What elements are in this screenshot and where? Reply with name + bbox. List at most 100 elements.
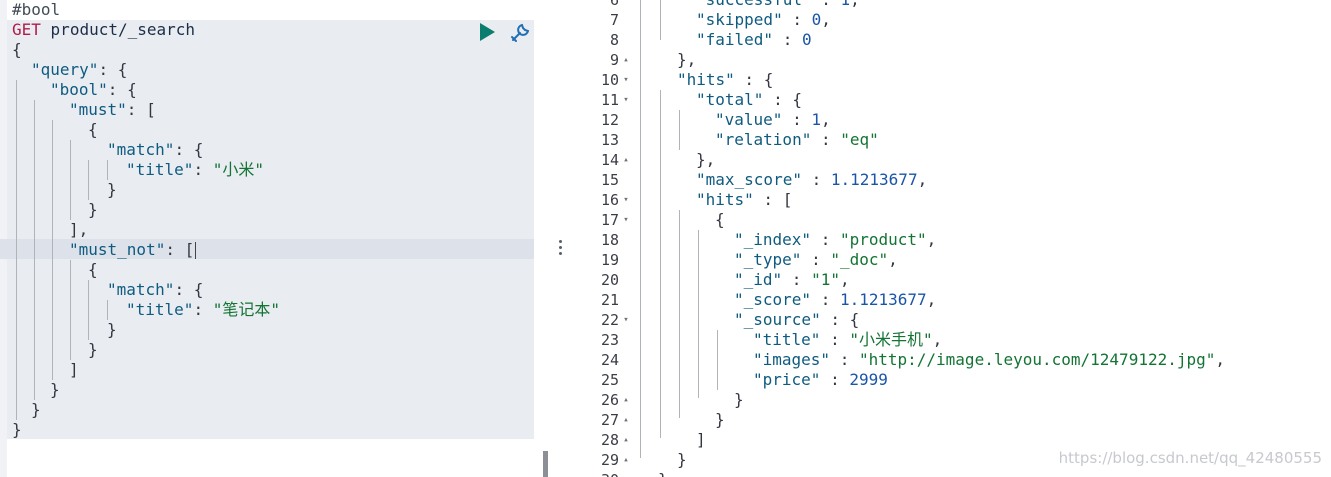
response-code-text: "_id" : "1", — [633, 270, 850, 290]
response-code: 6 "successful" : 1, 7 "skipped" : 0, 8 "faile… — [574, 0, 1331, 477]
code-token: "title" — [753, 330, 821, 349]
code-token: ], — [69, 220, 89, 239]
code-token: "product" — [839, 230, 927, 249]
code-token: : — [801, 170, 831, 189]
request-body-line: ] — [0, 360, 534, 380]
response-viewer[interactable]: 6 "successful" : 1, 7 "skipped" : 0, 8 "faile… — [574, 0, 1331, 477]
response-line: 16 ▾ "hits" : [ — [574, 190, 1331, 210]
code-token: , — [888, 250, 898, 269]
request-body-line: "match": { — [0, 140, 534, 160]
request-body-line: "match": { — [0, 280, 534, 300]
response-line: 22 ▾ "_source" : { — [574, 310, 1331, 330]
line-number: 13 — [600, 131, 619, 149]
response-line: 11 ▾ "total" : { — [574, 90, 1331, 110]
indent-guide — [679, 210, 680, 418]
response-line: 15 "max_score" : 1.1213677, — [574, 170, 1331, 190]
code-token: } — [715, 410, 725, 429]
line-number: 21 — [600, 291, 619, 309]
watermark: https://blog.csdn.net/qq_42480555 — [1058, 449, 1322, 467]
fold-toggle-up-icon[interactable]: ▴ — [619, 150, 633, 170]
line-number: 29 — [600, 451, 619, 469]
code-token: : — [811, 230, 840, 249]
response-line: 19 "_type" : "_doc", — [574, 250, 1331, 270]
request-body-line: } — [0, 380, 534, 400]
response-code-text: }, — [633, 150, 715, 170]
code-token: : { — [734, 70, 774, 89]
code-token: "match" — [107, 280, 175, 299]
indent-guide — [717, 330, 718, 390]
response-code-text: } — [633, 470, 668, 477]
code-token: 0 — [811, 10, 822, 29]
code-token: : { — [174, 140, 204, 159]
response-code-text: "value" : 1, — [633, 110, 831, 130]
request-comment: #bool — [0, 0, 534, 20]
code-token: ] — [696, 430, 706, 449]
line-number: 7 — [609, 11, 619, 29]
response-line: 21 "_score" : 1.1213677, — [574, 290, 1331, 310]
code-token: } — [88, 200, 98, 219]
code-token: "_score" — [734, 290, 812, 309]
wrench-icon — [511, 23, 530, 42]
indent-guide — [70, 260, 71, 360]
indent-guide — [16, 80, 17, 420]
request-body-line: "title": "小米" — [0, 160, 534, 180]
request-code[interactable]: #bool GET product/_search {"query": {"bo… — [0, 0, 534, 440]
code-token: : { — [820, 310, 860, 329]
request-path: product/_search — [50, 20, 196, 39]
line-number: 27 — [600, 411, 619, 429]
code-token: { — [12, 40, 22, 59]
code-token: : — [773, 30, 802, 49]
code-token: { — [715, 210, 725, 229]
code-token: , — [1215, 350, 1226, 369]
code-token: "images" — [753, 350, 831, 369]
code-token: "skipped" — [696, 10, 783, 29]
fold-toggle-down-icon[interactable]: ▾ — [619, 310, 633, 330]
code-token: "_id" — [734, 270, 783, 289]
line-number: 25 — [600, 371, 619, 389]
request-body-line: } — [0, 180, 534, 200]
request-settings-button[interactable] — [509, 22, 531, 44]
code-token: , — [926, 230, 937, 249]
code-token: : — [782, 110, 812, 129]
run-request-button[interactable] — [477, 22, 497, 42]
code-token: "successful" — [696, 0, 812, 9]
line-number: 30 — [574, 470, 619, 477]
line-number: 18 — [600, 231, 619, 249]
request-body-line: "must_not": [ — [0, 240, 534, 260]
text-cursor — [195, 242, 197, 259]
code-token: , — [821, 10, 831, 29]
line-number: 24 — [600, 351, 619, 369]
fold-toggle-up-icon[interactable]: ▴ — [619, 430, 633, 450]
code-token: } — [31, 400, 41, 419]
code-token: "must_not" — [69, 240, 166, 259]
fold-toggle-down-icon[interactable]: ▾ — [619, 190, 633, 210]
code-token: "http://image.leyou.com/12479122.jpg" — [858, 350, 1216, 369]
fold-toggle-up-icon[interactable]: ▴ — [619, 450, 633, 470]
request-body-line: "must": [ — [0, 100, 534, 120]
request-body-line: } — [0, 420, 534, 440]
code-token: "max_score" — [696, 170, 802, 189]
code-token: : — [811, 130, 841, 149]
fold-toggle-up-icon[interactable]: ▴ — [619, 50, 633, 70]
response-line: 18 "_index" : "product", — [574, 230, 1331, 250]
response-code-text: "price" : 2999 — [633, 370, 888, 390]
fold-toggle-down-icon[interactable]: ▾ — [619, 90, 633, 110]
response-line: 10 ▾ "hits" : { — [574, 70, 1331, 90]
comment-text: #bool — [12, 0, 61, 19]
response-line: 30} — [574, 470, 1331, 477]
line-number: 20 — [600, 271, 619, 289]
code-token: , — [839, 270, 850, 289]
code-token: "total" — [696, 90, 764, 109]
fold-toggle-up-icon[interactable]: ▴ — [619, 410, 633, 430]
code-token: } — [50, 380, 60, 399]
code-token: "笔记本" — [212, 300, 280, 319]
fold-toggle-down-icon[interactable]: ▾ — [619, 70, 633, 90]
fold-toggle-down-icon[interactable]: ▾ — [619, 210, 633, 230]
indent-guide — [34, 100, 35, 400]
panel-resizer[interactable] — [548, 0, 574, 477]
response-code-text: "_type" : "_doc", — [633, 250, 898, 270]
fold-toggle-up-icon[interactable]: ▴ — [619, 390, 633, 410]
request-editor[interactable]: #bool GET product/_search {"query": {"bo… — [0, 0, 548, 477]
code-token: "failed" — [696, 30, 774, 49]
response-code-text: }, — [633, 50, 696, 70]
